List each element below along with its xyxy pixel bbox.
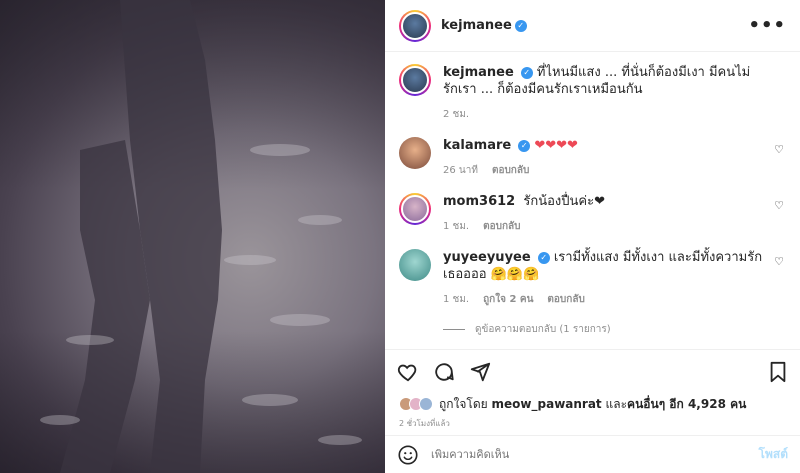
verified-badge-icon: ✓	[514, 19, 527, 32]
commenter-avatar[interactable]	[399, 137, 431, 169]
caption: kejmanee ✓ ที่ไหนมีแสง ... ที่นั่นก็ต้องม…	[399, 64, 786, 123]
comment-likes[interactable]: ถูกใจ 2 คน	[483, 294, 533, 305]
share-send-icon[interactable]	[469, 361, 491, 383]
post-modal: kejmanee ✓ ••• kejmanee ✓ ที่ไหนมีแสง ...…	[0, 0, 800, 473]
likes-text: ถูกใจโดย meow_pawanrat และคนอื่นๆ อีก 4,…	[439, 395, 746, 414]
commenter-username[interactable]: yuyeeyuyee	[443, 250, 531, 265]
author-avatar[interactable]	[399, 9, 431, 42]
reply-button[interactable]: ตอบกลับ	[492, 165, 529, 176]
replies-divider	[443, 329, 465, 330]
liker-username[interactable]: meow_pawanrat	[492, 397, 602, 411]
like-comment-heart-icon[interactable]: ♡	[774, 255, 784, 268]
emoji-icon[interactable]	[397, 444, 419, 466]
comment-input[interactable]	[431, 448, 759, 461]
like-heart-icon[interactable]	[397, 361, 419, 383]
comment-time[interactable]: 1 ชม.	[443, 221, 469, 232]
comment-text: รักน้องปื่นค่ะ❤	[523, 194, 605, 209]
comment-text: ❤❤❤❤	[534, 138, 578, 153]
caption-time[interactable]: 2 ชม.	[443, 109, 469, 120]
commenter-avatar[interactable]	[399, 193, 431, 225]
commenter-avatar[interactable]	[399, 249, 431, 281]
comments-list: kejmanee ✓ ที่ไหนมีแสง ... ที่นั่นก็ต้องม…	[385, 52, 800, 349]
author-username[interactable]: kejmanee	[441, 18, 512, 33]
verified-badge-icon: ✓	[520, 66, 533, 79]
like-comment-heart-icon[interactable]: ♡	[774, 143, 784, 156]
reply-button[interactable]: ตอบกลับ	[483, 221, 520, 232]
reply-button[interactable]: ตอบกลับ	[547, 294, 584, 305]
post-timestamp[interactable]: 2 ชั่วโมงที่แล้ว	[385, 415, 800, 435]
likes-summary: ถูกใจโดย meow_pawanrat และคนอื่นๆ อีก 4,…	[385, 393, 800, 415]
commenter-username[interactable]: kalamare	[443, 138, 511, 153]
comment-time[interactable]: 26 นาที	[443, 165, 478, 176]
save-bookmark-icon[interactable]	[768, 361, 788, 383]
likes-prefix: ถูกใจโดย	[439, 396, 488, 411]
commenter-username[interactable]: mom3612	[443, 194, 515, 209]
liker-avatar[interactable]	[419, 397, 433, 411]
comment-time[interactable]: 1 ชม.	[443, 294, 469, 305]
likes-middle: และ	[605, 396, 628, 411]
view-replies-button[interactable]: ดูข้อความตอบกลับ (1 รายการ)	[443, 322, 786, 337]
post-actions	[385, 349, 800, 393]
post-comment-button[interactable]: โพสต์	[759, 445, 788, 464]
shadow-silhouettes	[40, 0, 362, 473]
comment-item: yuyeeyuyee ✓ เรามีทั้งแสง มีทั้งเงา และมี…	[399, 249, 786, 308]
likes-count[interactable]: คนอื่นๆ อีก 4,928 คน	[627, 397, 746, 411]
author-avatar[interactable]	[399, 64, 431, 96]
comment-item: mom3612 รักน้องปื่นค่ะ❤ 1 ชม. ตอบกลับ ♡	[399, 193, 786, 235]
verified-badge-icon: ✓	[537, 251, 550, 264]
more-options-icon[interactable]: •••	[748, 15, 786, 36]
like-comment-heart-icon[interactable]: ♡	[774, 199, 784, 212]
comment-bubble-icon[interactable]	[433, 361, 455, 383]
comment-item: kalamare ✓ ❤❤❤❤ 26 นาที ตอบกลับ ♡	[399, 137, 786, 179]
comment-composer: โพสต์	[385, 435, 800, 473]
post-sidebar: kejmanee ✓ ••• kejmanee ✓ ที่ไหนมีแสง ...…	[385, 0, 800, 473]
view-replies-label: ดูข้อความตอบกลับ (1 รายการ)	[475, 324, 611, 335]
post-header: kejmanee ✓ •••	[385, 0, 800, 52]
verified-badge-icon: ✓	[518, 139, 531, 152]
caption-username[interactable]: kejmanee	[443, 65, 514, 80]
post-photo[interactable]	[0, 0, 385, 473]
